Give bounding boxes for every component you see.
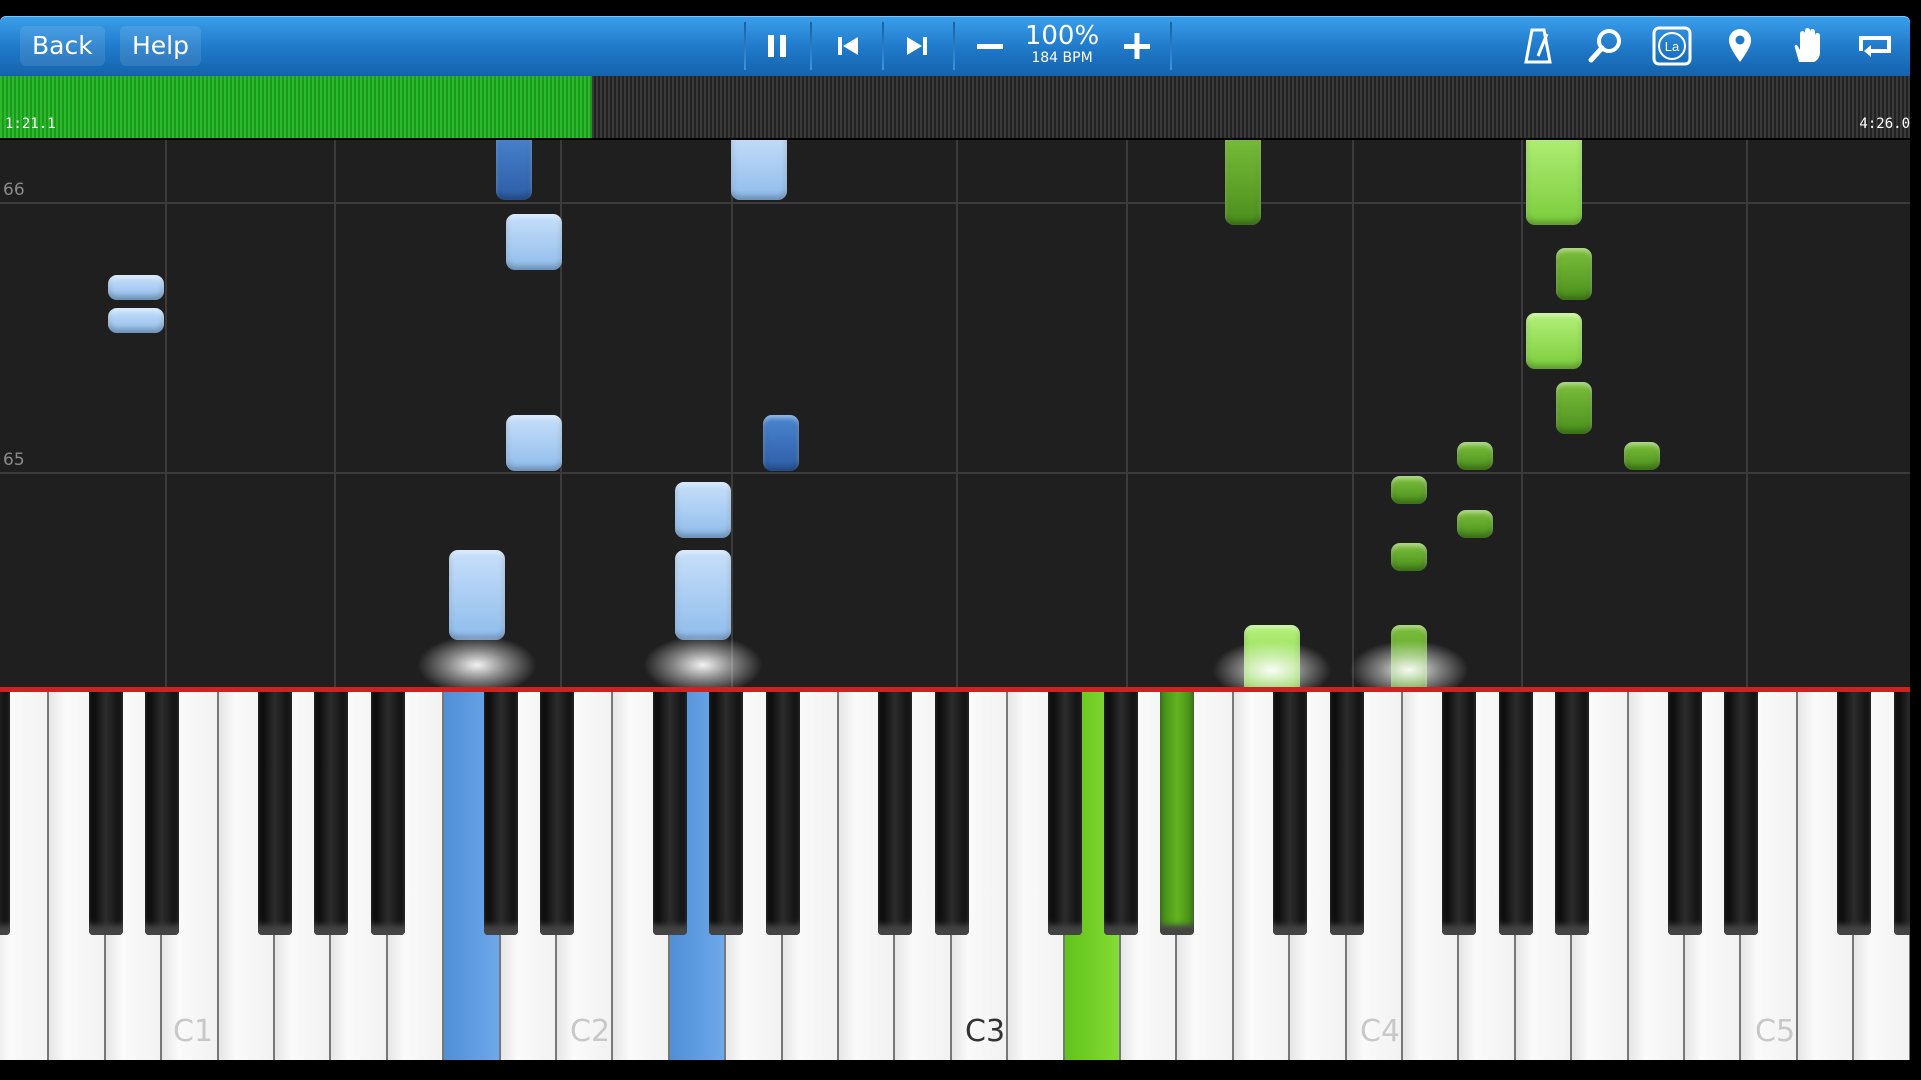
black-key[interactable] (1442, 692, 1477, 935)
metronome-icon[interactable] (1518, 26, 1558, 66)
falling-note-left-hand (506, 415, 562, 471)
black-key[interactable] (1273, 692, 1308, 935)
black-key[interactable] (652, 692, 687, 935)
grid-line (1352, 140, 1354, 687)
black-key[interactable] (1837, 692, 1872, 935)
location-icon[interactable] (1720, 26, 1760, 66)
black-key-pressed[interactable] (1160, 692, 1195, 935)
falling-note-left-hand (108, 308, 164, 333)
falling-note-left-hand (108, 275, 164, 300)
toolbar-divider (953, 22, 955, 70)
grid-line (956, 140, 958, 687)
falling-note-left-hand (449, 550, 505, 640)
key-hit-spark (1212, 640, 1332, 687)
tempo-bpm: 184 BPM (1031, 50, 1093, 66)
grid-line (165, 140, 167, 687)
octave-label-c3: C3 (965, 1014, 1006, 1049)
falling-note-right-hand (1624, 442, 1660, 470)
black-key[interactable] (709, 692, 744, 935)
black-key[interactable] (1047, 692, 1082, 935)
song-progress-bar[interactable]: 1:21.1 4:26.0 (0, 76, 1910, 138)
grid-line (1126, 140, 1128, 687)
note-roll: 66 65 (0, 140, 1910, 687)
falling-note-left-hand (763, 415, 799, 471)
black-key[interactable] (1724, 692, 1759, 935)
measure-line (0, 472, 1910, 474)
falling-note-right-hand (1457, 510, 1493, 538)
octave-label-c1: C1 (173, 1014, 214, 1049)
black-key[interactable] (1893, 692, 1910, 935)
falling-note-left-hand (506, 214, 562, 270)
key-hit-spark (643, 635, 763, 687)
plus-icon[interactable] (1117, 26, 1157, 66)
black-key[interactable] (88, 692, 123, 935)
falling-note-right-hand (1556, 248, 1592, 300)
grid-line (1521, 140, 1523, 687)
skip-forward-icon[interactable] (897, 26, 937, 66)
black-key[interactable] (258, 692, 292, 935)
black-key[interactable] (483, 692, 518, 935)
current-time: 1:21.1 (5, 116, 56, 132)
black-key[interactable] (1329, 692, 1364, 935)
black-key[interactable] (765, 692, 800, 935)
falling-note-right-hand (1391, 543, 1427, 571)
loop-icon[interactable] (1855, 26, 1895, 66)
falling-note-left-hand (675, 550, 731, 640)
black-key[interactable] (370, 692, 405, 935)
progress-fill (0, 76, 593, 138)
octave-label-c4: C4 (1360, 1014, 1401, 1049)
search-icon[interactable] (1585, 26, 1625, 66)
black-key[interactable] (0, 692, 10, 935)
octave-label-c5: C5 (1755, 1014, 1796, 1049)
falling-note-left-hand (675, 482, 731, 538)
measure-line (0, 202, 1910, 204)
falling-note-right-hand (1526, 313, 1582, 369)
falling-note-right-hand (1225, 140, 1261, 225)
piano-keyboard[interactable]: C1 C2 C3 C4 C5 (0, 687, 1910, 1060)
black-key[interactable] (145, 692, 180, 935)
black-key[interactable] (1555, 692, 1590, 935)
hand-icon[interactable] (1787, 26, 1827, 66)
black-key[interactable] (314, 692, 349, 935)
black-key[interactable] (1498, 692, 1533, 935)
falling-note-left-hand (731, 140, 787, 200)
minus-icon[interactable] (970, 26, 1010, 66)
black-key[interactable] (1668, 692, 1702, 935)
measure-number: 65 (3, 450, 25, 470)
grid-line (1746, 140, 1748, 687)
back-button[interactable]: Back (20, 26, 105, 66)
skip-back-icon[interactable] (828, 26, 868, 66)
help-button[interactable]: Help (120, 26, 201, 66)
toolbar: Back Help 100% 184 BPM La (0, 16, 1910, 76)
toolbar-divider (744, 22, 746, 70)
octave-label-c2: C2 (570, 1014, 611, 1049)
note-label-icon[interactable]: La (1652, 26, 1692, 66)
black-key[interactable] (878, 692, 913, 935)
key-hit-spark (417, 635, 537, 687)
toolbar-divider (1170, 22, 1172, 70)
falling-note-right-hand (1391, 476, 1427, 504)
toolbar-divider (810, 22, 812, 70)
falling-note-right-hand (1556, 382, 1592, 434)
black-key[interactable] (934, 692, 969, 935)
measure-number: 66 (3, 180, 25, 200)
svg-text:La: La (1665, 39, 1680, 54)
speed-readout: 100% 184 BPM (1022, 22, 1102, 66)
falling-note-right-hand (1457, 442, 1493, 470)
falling-note-right-hand (1526, 140, 1582, 225)
black-key[interactable] (540, 692, 574, 935)
grid-line (334, 140, 336, 687)
synthesia-app: Back Help 100% 184 BPM La 1:21.1 4:26.0 … (0, 0, 1910, 1080)
pause-icon[interactable] (757, 26, 797, 66)
key-hit-spark (1349, 640, 1469, 687)
falling-note-left-hand (496, 140, 532, 200)
toolbar-divider (882, 22, 884, 70)
total-time: 4:26.0 (1859, 116, 1910, 132)
grid-line (731, 140, 733, 687)
speed-percent: 100% (1024, 21, 1100, 51)
black-key[interactable] (1104, 692, 1138, 935)
